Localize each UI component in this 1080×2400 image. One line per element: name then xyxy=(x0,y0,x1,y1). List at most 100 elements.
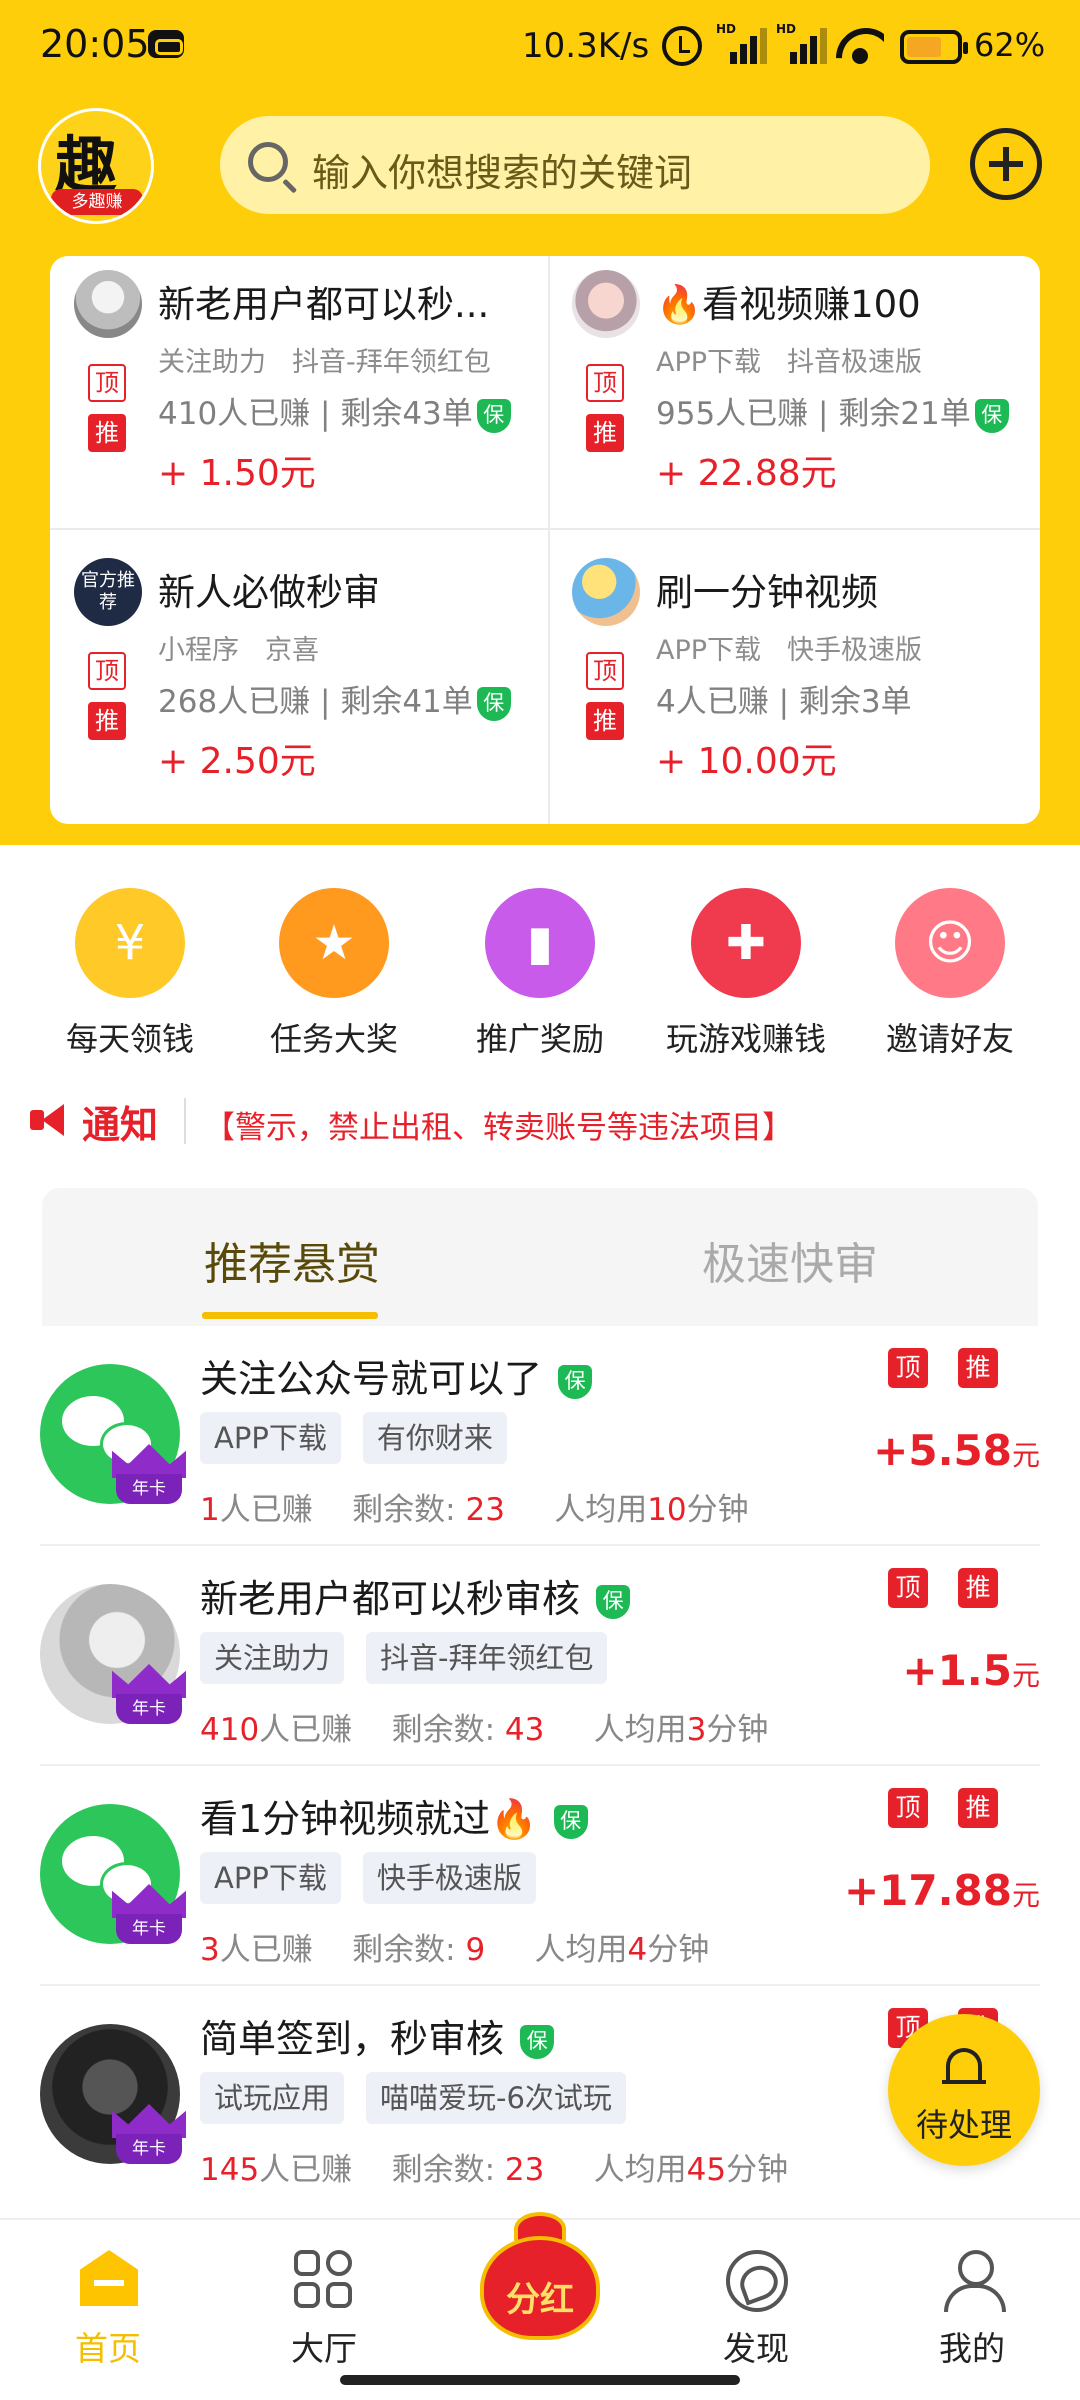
reward-unit: 元 xyxy=(1011,1439,1040,1472)
featured-task[interactable]: 刷一分钟视频 顶 推 APP下载 快手极速版 4人已赚 | 剩余3单 + 10.0… xyxy=(548,544,1043,828)
category-label: 每天领钱 xyxy=(65,1020,194,1058)
recommend-badge: 推 xyxy=(88,414,126,452)
search-placeholder: 输入你想搜索的关键词 xyxy=(312,151,693,195)
add-circle-icon[interactable] xyxy=(970,128,1042,200)
task-tag: 快手极速版 xyxy=(362,1852,536,1904)
task-title-text: 看1分钟视频就过🔥 xyxy=(200,1797,538,1841)
pin-top-badge: 顶 xyxy=(888,1348,928,1388)
status-time: 20:05 xyxy=(40,22,150,66)
remaining-label: 剩余数: xyxy=(391,2152,505,2188)
featured-task-title: 新人必做秒审 xyxy=(158,571,380,614)
earned-number: 3 xyxy=(200,1932,220,1968)
category-task-prize[interactable]: ★ 任务大奖 xyxy=(244,888,424,1058)
task-list-item[interactable]: 年卡 看1分钟视频就过🔥 保 APP下载 快手极速版 3人已赚 剩余数: 9 人均… xyxy=(0,1766,1080,1986)
search-input[interactable]: 输入你想搜索的关键词 xyxy=(220,116,930,214)
category-glyph: ▮ xyxy=(526,915,554,971)
tab-fast-review[interactable]: 极速快审 xyxy=(702,1228,878,1292)
task-title: 简单签到，秒审核 保 xyxy=(200,2008,555,2063)
task-tag: 快手极速版 xyxy=(787,635,923,666)
task-tag: 关注助力 xyxy=(158,347,266,378)
task-tags: APP下载 快手极速版 xyxy=(200,1852,558,1904)
category-daily-money[interactable]: ¥ 每天领钱 xyxy=(40,888,220,1058)
bar-chart-icon: ▮ xyxy=(485,888,595,998)
earned-count: 410人已赚 xyxy=(158,396,311,432)
app-logo[interactable]: 趣 多趣赚 xyxy=(38,108,154,224)
remaining-count: 剩余41单 xyxy=(340,684,473,720)
task-title-text: 简单签到，秒审核 xyxy=(200,2017,505,2061)
notice-bar[interactable]: 通知 【警示，禁止出租、转卖账号等违法项目】 xyxy=(26,1090,1056,1150)
remaining-number: 9 xyxy=(465,1932,486,1968)
task-tag: APP下载 xyxy=(656,635,762,666)
recommend-badge: 推 xyxy=(586,414,624,452)
gamepad-icon: ✚ xyxy=(691,888,801,998)
reward-unit: 元 xyxy=(1011,1659,1040,1692)
money-bag-icon: ¥ xyxy=(75,888,185,998)
logo-subtitle: 多趣赚 xyxy=(51,189,143,215)
avg-suffix: 分钟 xyxy=(726,2152,789,2188)
category-glyph: ✚ xyxy=(725,915,767,971)
task-badges: 顶推 xyxy=(888,1568,1008,1612)
official-recommend-avatar: 官方推荐 xyxy=(74,558,142,626)
task-title-text: 新老用户都可以秒审核 xyxy=(200,1577,581,1621)
capcut-notification-icon xyxy=(148,30,184,58)
task-list-item[interactable]: 年卡 关注公众号就可以了 保 APP下载 有你财来 1人已赚 剩余数: 23 人均… xyxy=(0,1326,1080,1546)
nav-home[interactable]: 首页 xyxy=(38,2244,178,2374)
avg-suffix: 分钟 xyxy=(647,1932,710,1968)
nav-discover[interactable]: 发现 xyxy=(686,2244,826,2374)
task-list-item[interactable]: 年卡 新老用户都可以秒审核 保 关注助力 抖音-拜年领红包 410人已赚 剩余数:… xyxy=(0,1546,1080,1766)
featured-task[interactable]: 🔥看视频赚100 顶 推 APP下载 抖音极速版 955人已赚 | 剩余21单保 … xyxy=(548,256,1043,540)
featured-task-price: + 22.88元 xyxy=(656,453,837,494)
avg-number: 10 xyxy=(647,1492,687,1528)
crown-shape xyxy=(112,1664,186,1698)
remaining-label: 剩余数: xyxy=(391,1712,505,1748)
nav-me[interactable]: 我的 xyxy=(902,2244,1042,2374)
earned-count: 268人已赚 xyxy=(158,684,311,720)
task-tags: 关注助力 抖音-拜年领红包 xyxy=(200,1632,629,1684)
category-glyph: ☺ xyxy=(924,915,976,971)
signal-hd-label: HD xyxy=(716,22,737,36)
alarm-icon xyxy=(662,26,702,66)
remaining-number: 23 xyxy=(465,1492,505,1528)
crown-icon: 年卡 xyxy=(112,1884,186,1950)
featured-task-title: 新老用户都可以秒... xyxy=(158,283,490,326)
earned-suffix: 人已赚 xyxy=(259,1712,353,1748)
nav-label: 首页 xyxy=(75,2329,141,2368)
guarantee-shield-icon: 保 xyxy=(558,1364,593,1399)
dividend-label: 分红 xyxy=(506,2280,574,2320)
category-promotion-reward[interactable]: ▮ 推广奖励 xyxy=(450,888,630,1058)
speaker-icon xyxy=(30,1104,72,1136)
grid-icon xyxy=(294,2250,356,2312)
nav-label: 发现 xyxy=(723,2329,789,2368)
reward-amount: +17.88 xyxy=(843,1866,1012,1915)
task-tag: 试玩应用 xyxy=(200,2072,345,2124)
guarantee-shield-icon: 保 xyxy=(553,1804,588,1839)
category-glyph: ★ xyxy=(312,915,356,971)
featured-task[interactable]: 新老用户都可以秒... 顶 推 关注助力 抖音-拜年领红包 410人已赚 | 剩余… xyxy=(50,256,545,540)
avg-suffix: 分钟 xyxy=(686,1492,749,1528)
featured-task-stats: 955人已赚 | 剩余21单保 xyxy=(656,388,1009,433)
dividend-button[interactable]: 分红 xyxy=(470,2208,610,2348)
reward-amount: +5.58 xyxy=(873,1426,1012,1475)
divider xyxy=(184,1098,186,1144)
task-tags: APP下载 有你财来 xyxy=(200,1412,529,1464)
signal-strength-icon: HD xyxy=(716,22,767,64)
recommend-badge: 推 xyxy=(88,702,126,740)
pending-button[interactable]: 待处理 xyxy=(888,2014,1040,2166)
pin-top-badge: 顶 xyxy=(88,364,126,402)
featured-task[interactable]: 官方推荐 新人必做秒审 顶 推 小程序 京喜 268人已赚 | 剩余41单保 + … xyxy=(50,544,545,828)
avg-suffix: 分钟 xyxy=(706,1712,769,1748)
category-label: 任务大奖 xyxy=(269,1020,398,1058)
nav-hall[interactable]: 大厅 xyxy=(254,2244,394,2374)
featured-task-title: 🔥看视频赚100 xyxy=(656,283,921,326)
guarantee-shield-icon: 保 xyxy=(974,398,1009,433)
notice-text: 【警示，禁止出租、转卖账号等违法项目】 xyxy=(204,1110,793,1146)
earned-count: 4人已赚 xyxy=(656,684,769,720)
task-reward: +17.88元 xyxy=(844,1866,1040,1915)
category-label: 玩游戏赚钱 xyxy=(665,1020,826,1058)
tab-recommended[interactable]: 推荐悬赏 xyxy=(204,1228,380,1292)
task-badges: 顶推 xyxy=(888,1788,1008,1832)
category-play-games[interactable]: ✚ 玩游戏赚钱 xyxy=(656,888,836,1058)
earned-number: 1 xyxy=(200,1492,220,1528)
home-indicator[interactable] xyxy=(340,2375,740,2385)
category-invite-friends[interactable]: ☺ 邀请好友 xyxy=(860,888,1040,1058)
